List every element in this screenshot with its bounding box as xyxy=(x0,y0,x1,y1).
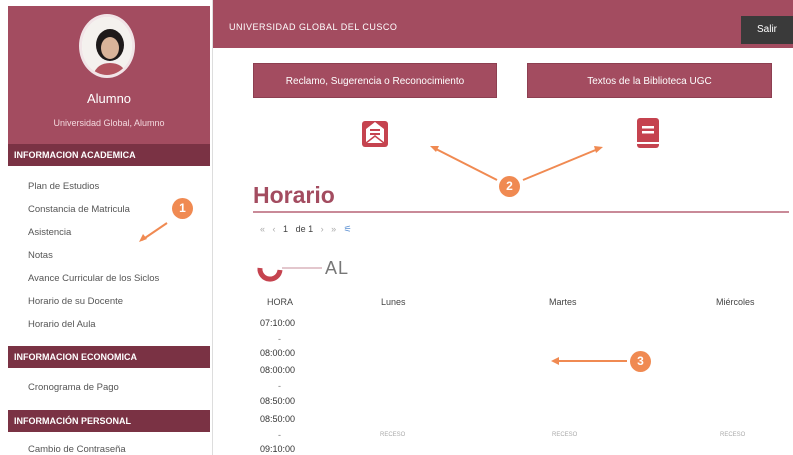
menu-horario-aula[interactable]: Horario del Aula xyxy=(28,319,96,330)
menu-notas[interactable]: Notas xyxy=(28,250,53,261)
arrow-2-right-head xyxy=(594,146,603,153)
book-icon[interactable] xyxy=(634,117,662,149)
schedule-cell-lunes: RECESO xyxy=(380,432,406,438)
first-page-icon[interactable]: « xyxy=(260,224,265,234)
time-separator: - xyxy=(278,430,281,440)
page-number[interactable]: 1 xyxy=(283,224,288,234)
column-miercoles: Miércoles xyxy=(716,297,755,307)
logout-button[interactable]: Salir xyxy=(741,16,793,44)
last-page-icon[interactable]: » xyxy=(331,224,336,234)
avatar xyxy=(79,14,135,78)
export-icon[interactable]: ⚟ xyxy=(344,224,352,234)
profile-name: Alumno xyxy=(86,91,132,106)
time-end-3: 09:10:00 xyxy=(260,444,296,454)
profile-card: Alumno Universidad Global, Alumno xyxy=(8,6,210,144)
university-logo-icon xyxy=(257,267,322,282)
annotation-badge-1: 1 xyxy=(172,198,193,219)
topbar: UNIVERSIDAD GLOBAL DEL CUSCO Salir xyxy=(213,0,793,48)
section-personal[interactable]: INFORMACIÓN PERSONAL xyxy=(8,410,210,432)
section-academic[interactable]: INFORMACION ACADEMICA xyxy=(8,144,210,166)
column-lunes: Lunes xyxy=(381,297,406,307)
page-title: Horario xyxy=(253,182,335,208)
arrow-3-head xyxy=(551,357,559,365)
time-separator: - xyxy=(278,381,281,391)
schedule-cell-miercoles: RECESO xyxy=(720,432,746,438)
time-start-1: 07:10:00 xyxy=(260,318,296,328)
time-start-2: 08:00:00 xyxy=(260,365,296,375)
arrow-2-left-head xyxy=(430,146,439,152)
mail-icon[interactable] xyxy=(361,117,389,149)
menu-constancia[interactable]: Constancia de Matricula xyxy=(28,204,130,215)
university-title: UNIVERSIDAD GLOBAL DEL CUSCO xyxy=(229,22,398,32)
menu-asistencia[interactable]: Asistencia xyxy=(28,227,71,238)
time-start-3: 08:50:00 xyxy=(260,414,296,424)
annotation-badge-2: 2 xyxy=(499,176,520,197)
pager: « ‹ 1 de 1 › » ⚟ xyxy=(260,224,357,235)
title-divider xyxy=(253,211,789,213)
annotation-badge-3: 3 xyxy=(630,351,651,372)
menu-horario-docente[interactable]: Horario de su Docente xyxy=(28,296,123,307)
section-economic[interactable]: INFORMACION ECONOMICA xyxy=(8,346,210,368)
arrow-2-right xyxy=(522,148,599,181)
logo-text: AL xyxy=(325,258,350,278)
menu-contrasena[interactable]: Cambio de Contraseña xyxy=(28,444,126,455)
next-page-icon[interactable]: › xyxy=(321,224,324,234)
arrow-2-left xyxy=(433,147,498,181)
user-photo-icon xyxy=(82,17,132,75)
menu-plan-estudios[interactable]: Plan de Estudios xyxy=(28,181,99,192)
sidebar: Alumno Universidad Global, Alumno INFORM… xyxy=(0,0,213,455)
column-hora: HORA xyxy=(267,297,294,307)
page-total: de 1 xyxy=(295,224,314,234)
time-separator: - xyxy=(278,334,281,344)
profile-subtitle: Universidad Global, Alumno xyxy=(53,118,165,128)
column-martes: Martes xyxy=(549,297,577,307)
menu-cronograma[interactable]: Cronograma de Pago xyxy=(28,382,119,393)
menu-avance[interactable]: Avance Curricular de los Siclos xyxy=(28,273,159,284)
schedule-cell-martes: RECESO xyxy=(552,432,578,438)
prev-page-icon[interactable]: ‹ xyxy=(273,224,276,234)
time-end-1: 08:00:00 xyxy=(260,348,296,358)
library-button[interactable]: Textos de la Biblioteca UGC xyxy=(527,63,772,98)
claim-button[interactable]: Reclamo, Sugerencia o Reconocimiento xyxy=(253,63,497,98)
time-end-2: 08:50:00 xyxy=(260,396,296,406)
